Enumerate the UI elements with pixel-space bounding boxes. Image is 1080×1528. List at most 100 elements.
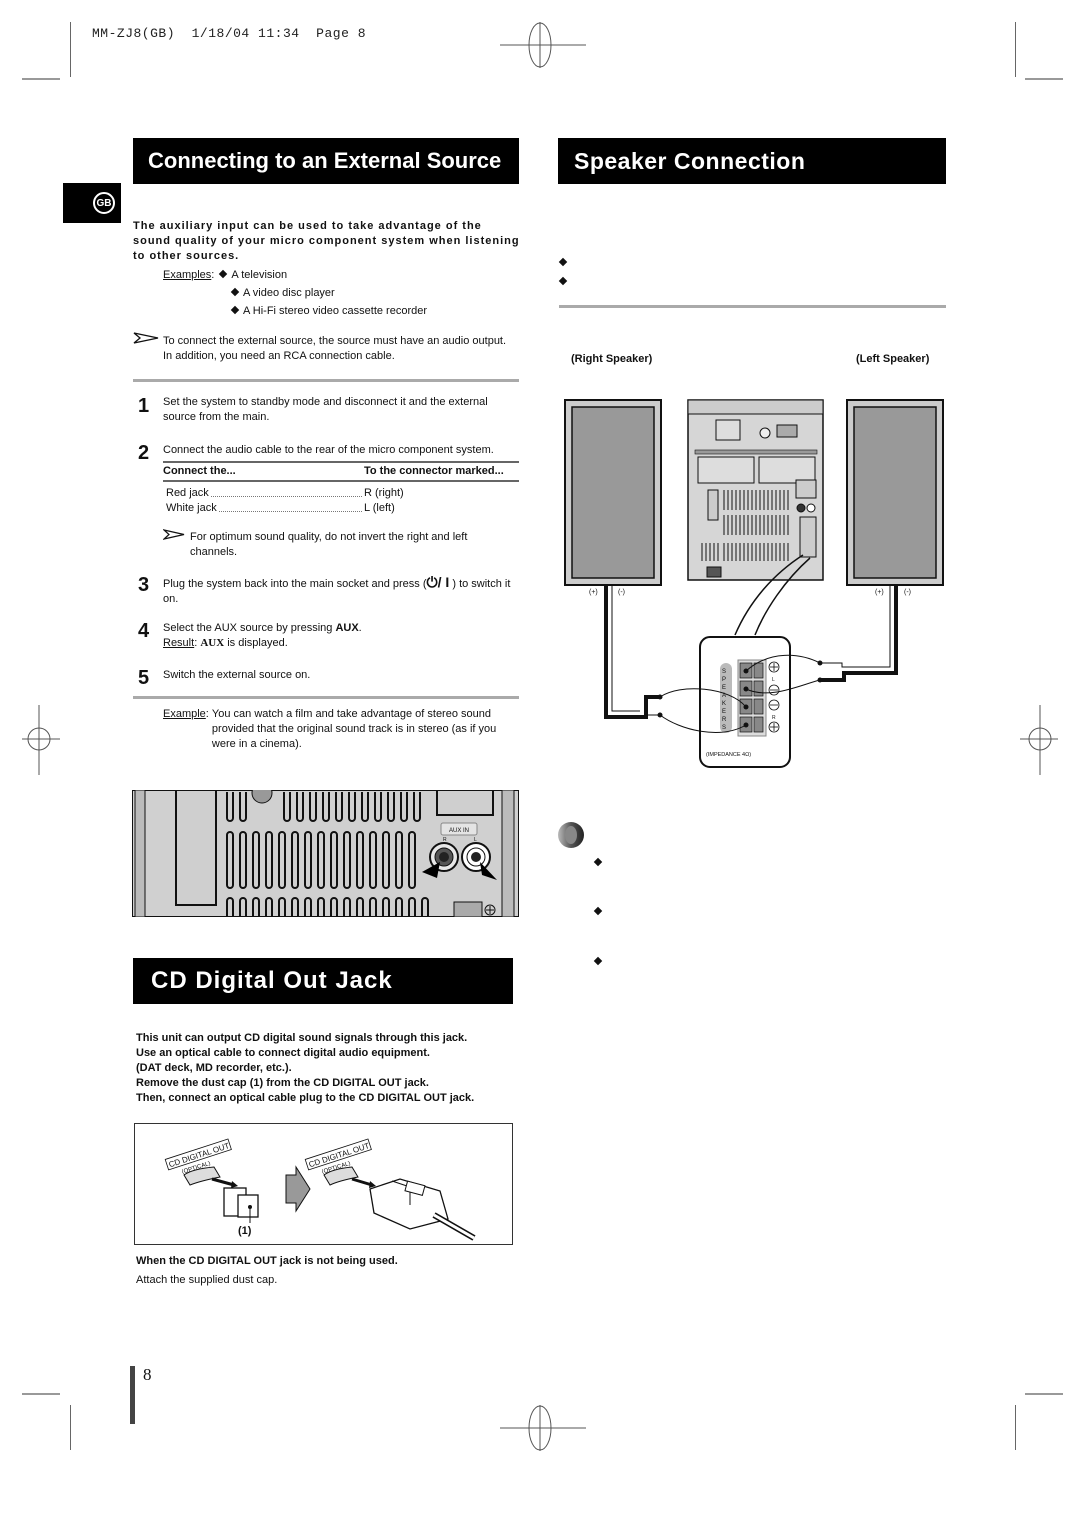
impedance-label: (IMPEDANCE 4Ω) bbox=[706, 752, 751, 758]
registration-mark-left bbox=[22, 705, 60, 775]
step-text: Select the AUX source by pressing AUX. R… bbox=[163, 622, 362, 649]
speakers-letter: R bbox=[722, 717, 727, 723]
step-text-part: . bbox=[358, 622, 362, 634]
speakers-letter: S bbox=[722, 725, 726, 731]
table-row: White jack L (left) bbox=[166, 501, 406, 516]
table-header: To the connector marked... bbox=[364, 465, 504, 477]
print-slug: MM-ZJ8(GB) 1/18/04 11:34 Page 8 bbox=[92, 26, 366, 41]
unused-text: Attach the supplied dust cap. bbox=[136, 1274, 278, 1286]
step-number: 2 bbox=[138, 442, 150, 464]
examples-list: Examples: A television A video disc play… bbox=[163, 269, 428, 317]
table-cell: Red jack bbox=[166, 487, 209, 499]
crop-mark bbox=[70, 22, 71, 77]
caution-icon bbox=[558, 822, 584, 848]
example-item: A video disc player bbox=[243, 287, 335, 299]
language-tab: GB bbox=[63, 183, 121, 223]
divider bbox=[559, 305, 946, 308]
step-number: 1 bbox=[138, 395, 150, 417]
registration-mark-top bbox=[500, 22, 586, 68]
optical-jack-diagram: CD DIGITAL OUT (OPTICAL) (1) CD DIGITAL … bbox=[134, 1123, 513, 1245]
step-text: Set the system to standby mode and disco… bbox=[163, 396, 488, 423]
unused-heading: When the CD DIGITAL OUT jack is not bein… bbox=[136, 1255, 398, 1267]
bullet-icon bbox=[230, 287, 240, 297]
aux-key: AUX bbox=[335, 622, 359, 634]
slug-date: 1/18/04 bbox=[191, 26, 250, 41]
step-number: 4 bbox=[138, 620, 150, 642]
right-plus-label: (+) bbox=[589, 589, 598, 596]
channel-note: For optimum sound quality, do not invert… bbox=[190, 531, 468, 558]
section-title-text: Speaker Connection bbox=[574, 147, 806, 174]
power-icon: ⏻/ I bbox=[426, 574, 450, 590]
bullet-icon bbox=[558, 257, 568, 267]
language-badge: GB bbox=[93, 192, 115, 214]
description-line: This unit can output CD digital sound si… bbox=[136, 1032, 468, 1044]
step-number: 3 bbox=[138, 574, 150, 596]
description-line: Use an optical cable to connect digital … bbox=[136, 1047, 430, 1059]
speakers-letter: E bbox=[722, 685, 726, 691]
step-text-part: Plug the system back into the main socke… bbox=[163, 578, 427, 590]
section-title-speaker: Speaker Connection bbox=[558, 138, 946, 184]
speakers-letter: S bbox=[722, 669, 726, 675]
bullet-icon bbox=[593, 956, 603, 966]
page-number: 8 bbox=[143, 1365, 152, 1384]
step-text: Connect the audio cable to the rear of t… bbox=[163, 444, 494, 456]
bullet-icon bbox=[593, 857, 603, 867]
table-cell: L (left) bbox=[364, 502, 395, 514]
result-text: is displayed. bbox=[224, 637, 288, 649]
section-title-external-source: Connecting to an External Source bbox=[133, 138, 519, 184]
crop-mark bbox=[70, 1405, 71, 1450]
section-title-text: Connecting to an External Source bbox=[148, 148, 502, 173]
table-cell: R (right) bbox=[364, 487, 404, 499]
note-arrow-icon bbox=[133, 332, 159, 344]
intro-text: The auxiliary input can be used to take … bbox=[133, 220, 520, 262]
crop-mark bbox=[1015, 1405, 1016, 1450]
slug-time: 11:34 bbox=[258, 26, 300, 41]
section-title-text: CD Digital Out Jack bbox=[151, 967, 393, 994]
speakers-letter: P bbox=[722, 677, 726, 683]
aux-in-label: AUX IN bbox=[449, 828, 469, 834]
right-minus-label: (-) bbox=[618, 589, 625, 596]
divider bbox=[133, 379, 519, 382]
description-line: Then, connect an optical cable plug to t… bbox=[136, 1092, 475, 1104]
connect-table: Connect the... To the connector marked..… bbox=[163, 461, 519, 516]
step-text: Switch the external source on. bbox=[163, 669, 311, 681]
speakers-letter: E bbox=[722, 709, 726, 715]
crop-mark bbox=[1015, 22, 1016, 77]
divider bbox=[133, 696, 519, 699]
speakers-letter: K bbox=[722, 701, 726, 707]
cd-digital-description: This unit can output CD digital sound si… bbox=[136, 1031, 526, 1106]
crop-mark bbox=[22, 1393, 60, 1395]
example-item: A television bbox=[231, 269, 288, 281]
terminal-r-label: R bbox=[772, 715, 776, 721]
bullet-icon bbox=[593, 906, 603, 916]
left-minus-label: (-) bbox=[904, 589, 911, 596]
slug-page-label: Page bbox=[316, 26, 350, 41]
page-number-bar bbox=[130, 1366, 135, 1424]
step-text-part: Select the AUX source by pressing bbox=[163, 622, 336, 634]
step-number: 5 bbox=[138, 667, 150, 689]
dust-cap-callout: (1) bbox=[238, 1225, 252, 1237]
crop-mark bbox=[1025, 1393, 1063, 1395]
result-label: Result bbox=[163, 637, 195, 649]
section-title-cd-digital: CD Digital Out Jack bbox=[133, 958, 513, 1004]
crop-mark bbox=[1025, 78, 1063, 80]
slug-page-number: 8 bbox=[357, 26, 367, 41]
description-line: Remove the dust cap (1) from the CD DIGI… bbox=[136, 1077, 429, 1089]
registration-mark-right bbox=[1020, 705, 1058, 775]
example-text: You can watch a film and take advantage … bbox=[211, 708, 497, 750]
note-arrow-icon bbox=[163, 529, 185, 540]
left-plus-label: (+) bbox=[875, 589, 884, 596]
examples-label: Examples bbox=[163, 269, 212, 281]
slug-model: MM-ZJ8(GB) bbox=[92, 26, 176, 41]
table-header: Connect the... bbox=[163, 465, 236, 477]
example-item: A Hi-Fi stereo video cassette recorder bbox=[243, 305, 428, 317]
example-label: Example bbox=[163, 708, 206, 720]
terminal-l-label: L bbox=[772, 677, 775, 683]
bullet-icon bbox=[230, 305, 240, 315]
description-line: (DAT deck, MD recorder, etc.). bbox=[136, 1062, 292, 1074]
crop-mark bbox=[22, 78, 60, 80]
display-aux: AUX bbox=[200, 637, 225, 649]
aux-in-rear-panel-diagram: AUX IN R L bbox=[132, 790, 519, 917]
table-row: Red jack R (right) bbox=[166, 486, 406, 501]
right-speaker-label: (Right Speaker) bbox=[571, 353, 653, 365]
